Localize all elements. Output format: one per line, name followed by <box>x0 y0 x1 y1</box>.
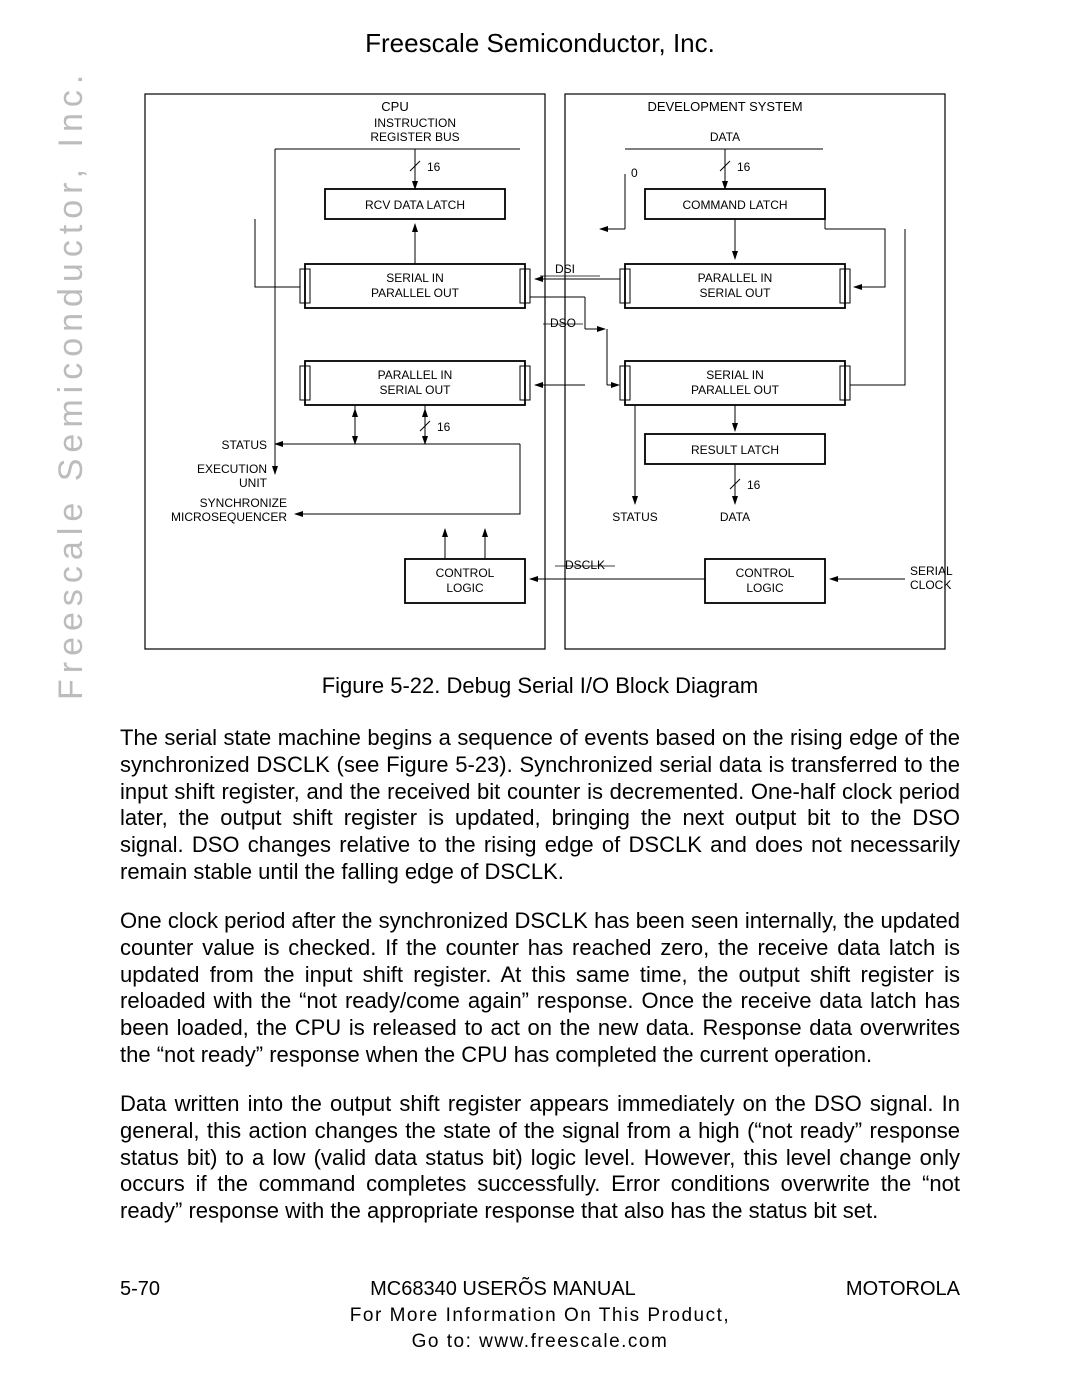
figure-caption: Figure 5-22. Debug Serial I/O Block Diag… <box>0 673 1080 699</box>
ctrl-l1: CONTROL <box>436 566 495 580</box>
sipo-r1: SERIAL IN <box>706 368 764 382</box>
bus16-d: 16 <box>747 478 761 492</box>
bus16-a: 16 <box>427 160 441 174</box>
result-latch: RESULT LATCH <box>691 443 779 457</box>
brand: MOTOROLA <box>846 1278 960 1301</box>
status-l: STATUS <box>221 438 267 452</box>
piso-l1: PARALLEL IN <box>378 368 453 382</box>
dsi-label: DSI <box>555 262 575 276</box>
sipo-l2: PARALLEL OUT <box>371 286 460 300</box>
instr-bus-2: REGISTER BUS <box>370 130 459 144</box>
sipo-r2: PARALLEL OUT <box>691 383 780 397</box>
cmd-latch: COMMAND LATCH <box>682 198 787 212</box>
paragraph-1: The serial state machine begins a sequen… <box>120 725 960 886</box>
block-diagram: CPU DEVELOPMENT SYSTEM INSTRUCTION REGIS… <box>125 89 955 659</box>
ctrl-r2: LOGIC <box>746 581 784 595</box>
paragraph-3: Data written into the output shift regis… <box>120 1091 960 1225</box>
manual-title: MC68340 USERÕS MANUAL <box>370 1278 636 1301</box>
exec2: UNIT <box>239 476 268 490</box>
ctrl-l2: LOGIC <box>446 581 484 595</box>
instr-bus-1: INSTRUCTION <box>374 116 456 130</box>
ctrl-r1: CONTROL <box>736 566 795 580</box>
sipo-l1: SERIAL IN <box>386 271 444 285</box>
status-r: STATUS <box>612 510 658 524</box>
bus16-b: 16 <box>737 160 751 174</box>
footer-info-1: For More Information On This Product, <box>0 1305 1080 1327</box>
zero-label: 0 <box>631 166 638 180</box>
piso-l2: SERIAL OUT <box>380 383 452 397</box>
data-r: DATA <box>720 510 750 524</box>
footer-info-2: Go to: www.freescale.com <box>0 1331 1080 1353</box>
dsclk: DSCLK <box>565 558 605 572</box>
devsys-title: DEVELOPMENT SYSTEM <box>647 99 802 114</box>
piso-r2: SERIAL OUT <box>700 286 772 300</box>
page-footer: 5-70 MC68340 USERÕS MANUAL MOTOROLA For … <box>0 1278 1080 1353</box>
sync2: MICROSEQUENCER <box>171 510 287 524</box>
exec1: EXECUTION <box>197 462 267 476</box>
sclk2: CLOCK <box>910 578 951 592</box>
rcv-latch: RCV DATA LATCH <box>365 198 465 212</box>
piso-r1: PARALLEL IN <box>698 271 773 285</box>
dso-label: DSO <box>550 316 576 330</box>
sync1: SYNCHRONIZE <box>200 496 287 510</box>
cpu-title: CPU <box>381 99 408 114</box>
paragraph-2: One clock period after the synchronized … <box>120 908 960 1069</box>
page-header: Freescale Semiconductor, Inc. <box>0 0 1080 59</box>
bus16-c: 16 <box>437 420 451 434</box>
page-number: 5-70 <box>120 1278 160 1301</box>
sclk1: SERIAL <box>910 564 953 578</box>
data-label-top: DATA <box>710 130 740 144</box>
watermark-text: Freescale Semiconductor, Inc. <box>52 69 91 700</box>
